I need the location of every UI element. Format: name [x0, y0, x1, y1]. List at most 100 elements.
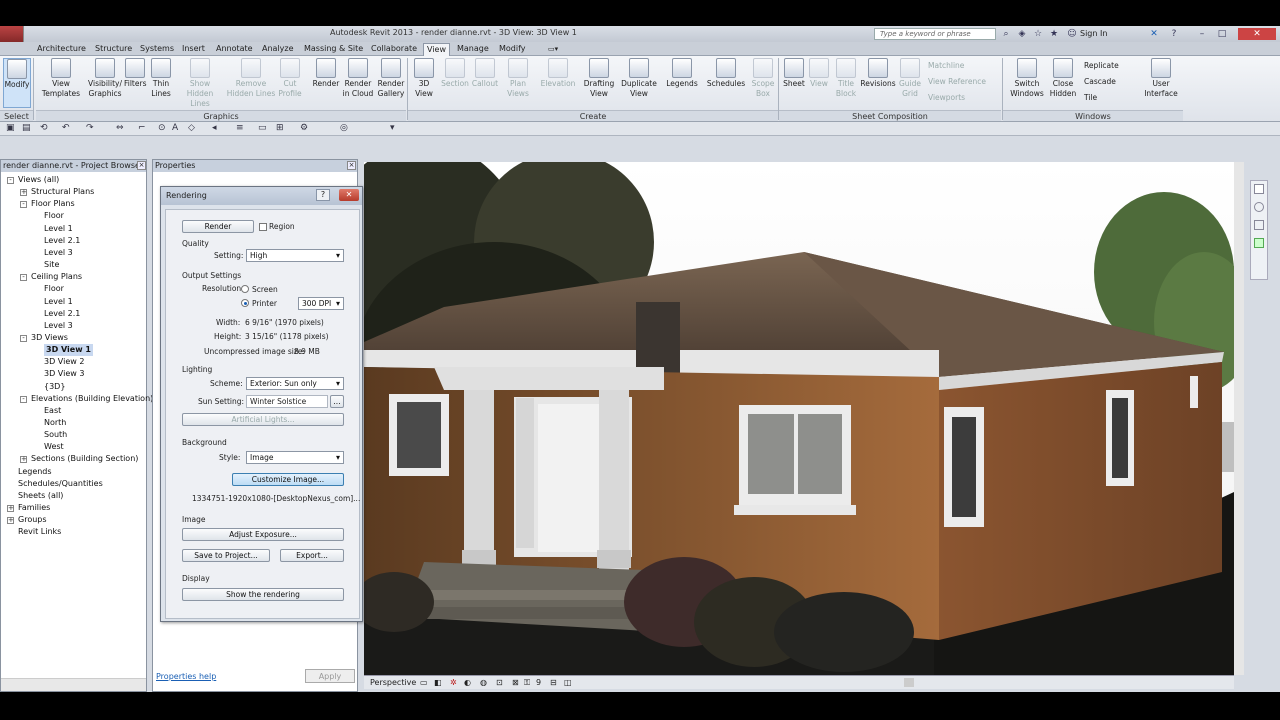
tree-item[interactable]: Level 2.1: [44, 235, 80, 247]
tile-button[interactable]: Tile: [1084, 92, 1097, 104]
revisions-button[interactable]: Revisions: [860, 58, 896, 89]
tree-item[interactable]: Floor Plans: [31, 198, 75, 210]
tab-structure[interactable]: Structure: [92, 43, 135, 56]
tree-item[interactable]: Structural Plans: [31, 186, 94, 198]
view-reference-button[interactable]: View Reference: [928, 76, 986, 88]
communication-icon[interactable]: ☆: [1032, 28, 1044, 40]
viewcube-icon[interactable]: [1254, 184, 1264, 194]
tree-item[interactable]: West: [44, 441, 64, 453]
render-dialog-icon[interactable]: ◍: [480, 678, 487, 687]
show-crop-icon[interactable]: ⊠: [512, 678, 519, 687]
tab-annotate[interactable]: Annotate: [213, 43, 256, 56]
plan-views-button[interactable]: Plan Views: [504, 58, 532, 99]
tree-item[interactable]: Schedules/Quantities: [18, 478, 103, 490]
horizontal-scroll-thumb[interactable]: [904, 678, 914, 687]
tree-item[interactable]: North: [44, 417, 66, 429]
tree-item[interactable]: Level 1: [44, 296, 73, 308]
view-button[interactable]: View: [808, 58, 830, 89]
undo-icon[interactable]: ↶: [62, 123, 70, 133]
close-properties-icon[interactable]: ×: [347, 161, 356, 170]
open-icon[interactable]: ▣: [6, 123, 15, 133]
close-windows-icon[interactable]: ▭: [258, 123, 267, 133]
tree-expander-icon[interactable]: +: [7, 505, 14, 513]
tab-collaborate[interactable]: Collaborate: [368, 43, 420, 56]
tree-item[interactable]: 3D View 3: [44, 368, 84, 380]
printer-radio[interactable]: [241, 299, 249, 307]
sheet-button[interactable]: Sheet: [781, 58, 807, 89]
sign-in-link[interactable]: Sign In: [1080, 29, 1107, 38]
tab-view[interactable]: View: [423, 43, 450, 56]
close-hidden-button[interactable]: Close Hidden: [1048, 58, 1078, 99]
tab-massing-site[interactable]: Massing & Site: [301, 43, 366, 56]
background-style-select[interactable]: Image: [246, 451, 344, 464]
sun-setting-field[interactable]: Winter Solstice: [246, 395, 328, 408]
customize-image-button[interactable]: Customize Image...: [232, 473, 344, 486]
save-to-project-button[interactable]: Save to Project...: [182, 549, 270, 562]
tree-item[interactable]: Views (all): [18, 174, 59, 186]
tree-item[interactable]: Level 2.1: [44, 308, 80, 320]
save-icon[interactable]: ▤: [22, 123, 31, 133]
viewport-vertical-scrollbar[interactable]: [1234, 162, 1244, 675]
tab-manage[interactable]: Manage: [454, 43, 492, 56]
minimize-icon[interactable]: –: [1196, 28, 1208, 40]
artificial-lights-button[interactable]: Artificial Lights...: [182, 413, 344, 426]
search-input[interactable]: Type a keyword or phrase: [874, 28, 996, 40]
tree-expander-icon[interactable]: -: [20, 334, 27, 342]
elevation-button[interactable]: Elevation: [538, 58, 578, 89]
replicate-button[interactable]: Replicate: [1084, 60, 1119, 72]
properties-help-link[interactable]: Properties help: [156, 672, 216, 681]
tree-expander-icon[interactable]: -: [20, 274, 27, 282]
guide-grid-button[interactable]: Guide Grid: [898, 58, 922, 99]
tree-item[interactable]: East: [44, 405, 61, 417]
lock-icon[interactable]: ⚿: [524, 678, 530, 688]
tag-icon[interactable]: ⊙: [158, 123, 166, 133]
tree-expander-icon[interactable]: -: [20, 395, 27, 403]
render-button[interactable]: Render: [182, 220, 254, 233]
thin-lines-button[interactable]: Thin Lines: [149, 58, 173, 99]
tree-item[interactable]: Floor: [44, 283, 64, 295]
help-icon[interactable]: ?: [1168, 28, 1180, 40]
maximize-icon[interactable]: □: [1216, 28, 1228, 40]
tree-item[interactable]: Level 3: [44, 320, 73, 332]
cut-profile-button[interactable]: Cut Profile: [277, 58, 303, 99]
tree-item[interactable]: Site: [44, 259, 59, 271]
visibility-graphics-button[interactable]: Visibility/ Graphics: [86, 58, 124, 99]
dimension-icon[interactable]: ⌐: [138, 123, 146, 133]
redo-icon[interactable]: ↷: [86, 123, 94, 133]
drafting-view-button[interactable]: Drafting View: [581, 58, 617, 99]
tree-item[interactable]: Families: [18, 502, 50, 514]
3d-icon[interactable]: ◇: [188, 123, 195, 133]
pan-icon[interactable]: [1254, 238, 1264, 248]
visual-style-icon[interactable]: ◧: [434, 678, 442, 687]
horizontal-scrollbar[interactable]: [1, 678, 146, 691]
scope-box-button[interactable]: Scope Box: [750, 58, 776, 99]
help-icon[interactable]: ?: [316, 189, 330, 201]
steering-wheel-icon[interactable]: [1254, 202, 1264, 212]
tree-expander-icon[interactable]: +: [20, 189, 27, 197]
adjust-exposure-button[interactable]: Adjust Exposure...: [182, 528, 344, 541]
dialog-close-icon[interactable]: ✕: [339, 189, 359, 201]
apply-button[interactable]: Apply: [305, 669, 355, 683]
zoom-icon[interactable]: [1254, 220, 1264, 230]
thin-lines-small-icon[interactable]: ≡: [236, 123, 244, 133]
navigation-wheel[interactable]: [1250, 180, 1268, 280]
crop-icon[interactable]: ⊡: [496, 678, 503, 687]
shadows-icon[interactable]: ◐: [464, 678, 471, 687]
tree-item[interactable]: Sheets (all): [18, 490, 63, 502]
tree-expander-icon[interactable]: -: [20, 201, 27, 209]
filters-button[interactable]: Filters: [124, 58, 146, 89]
tree-item[interactable]: Floor: [44, 210, 64, 222]
tab-modify[interactable]: Modify: [496, 43, 529, 56]
show-rendering-button[interactable]: Show the rendering: [182, 588, 344, 601]
close-icon[interactable]: ✕: [1238, 28, 1276, 40]
tree-item[interactable]: 3D Views: [31, 332, 68, 344]
render-in-cloud-button[interactable]: Render in Cloud: [341, 58, 375, 99]
hide-icon[interactable]: ⊟: [550, 678, 557, 687]
duplicate-view-button[interactable]: Duplicate View: [620, 58, 658, 99]
tree-item[interactable]: Elevations (Building Elevation): [31, 393, 153, 405]
lighting-scheme-select[interactable]: Exterior: Sun only: [246, 377, 344, 390]
tree-item[interactable]: Level 3: [44, 247, 73, 259]
tree-item[interactable]: 3D View 1: [44, 344, 93, 357]
schedules-button[interactable]: Schedules: [706, 58, 746, 89]
viewports-button[interactable]: Viewports: [928, 92, 965, 104]
